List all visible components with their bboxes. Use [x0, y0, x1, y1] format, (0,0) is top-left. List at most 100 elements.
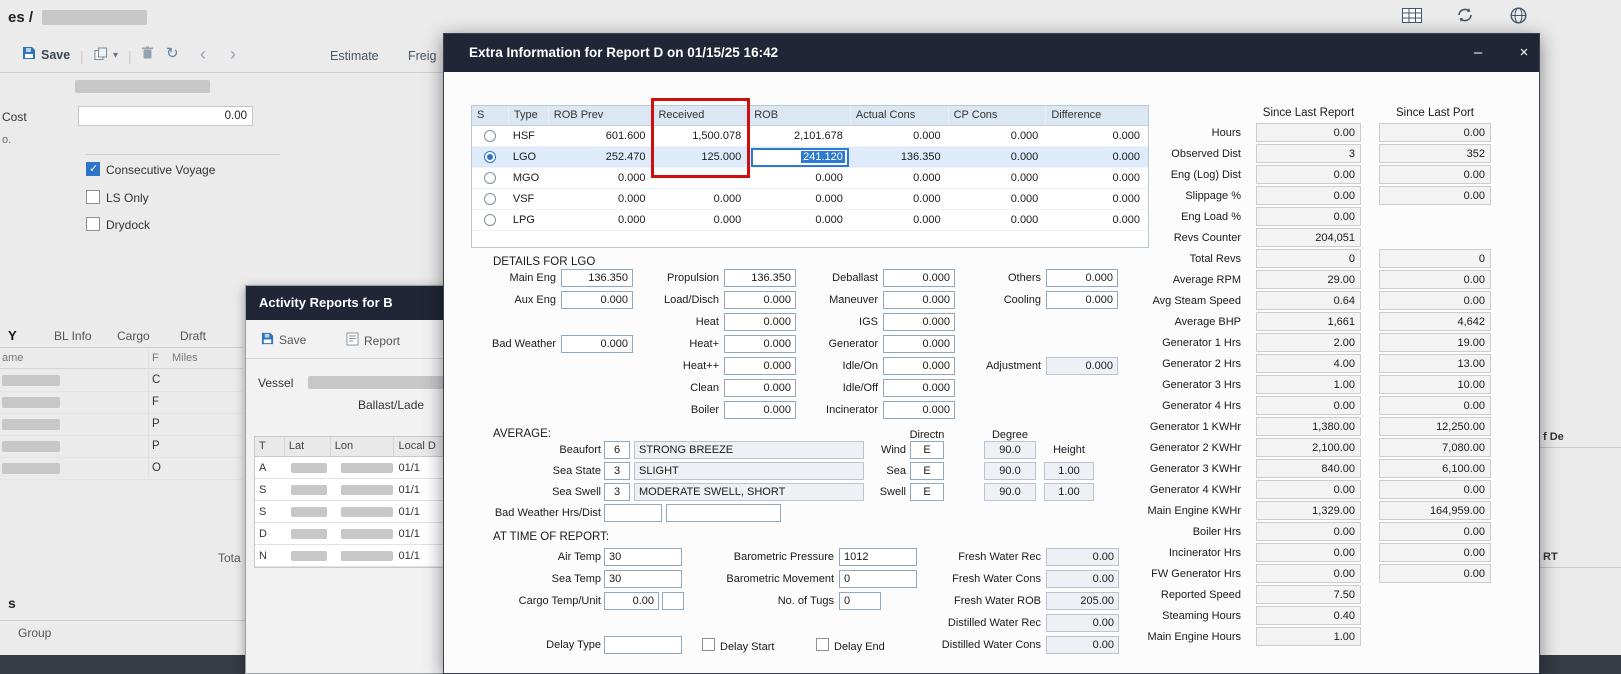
globe-icon[interactable]: [1510, 7, 1527, 29]
slr-value: 0.00: [1256, 543, 1361, 562]
redacted-port: [2, 375, 60, 386]
minimize-button[interactable]: –: [1466, 42, 1490, 64]
generator-input[interactable]: 0.000: [883, 335, 955, 353]
sea-state-input[interactable]: 3: [604, 462, 630, 480]
cp-cons-cell[interactable]: 0.000: [949, 193, 1047, 205]
rob-prev-cell[interactable]: 0.000: [549, 193, 654, 205]
consecutive-voyage-checkbox[interactable]: [86, 162, 100, 176]
itinerary-row[interactable]: P: [0, 436, 243, 458]
cp-cons-cell[interactable]: 0.000: [949, 151, 1047, 163]
rob-cell[interactable]: 2,101.678: [749, 130, 851, 142]
close-button[interactable]: ×: [1512, 42, 1536, 64]
fuel-row-mgo[interactable]: MGO 0.000 0.000 0.000 0.000 0.000: [472, 168, 1148, 189]
next-button[interactable]: ›: [230, 47, 236, 61]
tugs-input[interactable]: 0: [839, 592, 881, 610]
itinerary-row[interactable]: O: [0, 458, 243, 480]
fuel-select-radio[interactable]: [484, 172, 496, 184]
tugs-label: No. of Tugs: [684, 592, 834, 610]
cp-cons-cell[interactable]: 0.000: [949, 130, 1047, 142]
received-cell[interactable]: 0.000: [653, 214, 749, 226]
activity-report-button[interactable]: Report: [346, 332, 400, 349]
sea-temp-label: Sea Temp: [444, 570, 601, 588]
redacted-port: [2, 419, 60, 430]
fuel-select-radio[interactable]: [484, 214, 496, 226]
actual-cons-cell[interactable]: 136.350: [851, 151, 949, 163]
sea-temp-input[interactable]: 30: [604, 570, 682, 588]
sea-swell-input[interactable]: 3: [604, 483, 630, 501]
rob-input-focused[interactable]: 241.120: [751, 148, 849, 167]
received-cell[interactable]: 125.000: [653, 151, 749, 163]
itinerary-row[interactable]: C: [0, 370, 243, 392]
tab-cargo[interactable]: Cargo: [117, 329, 150, 343]
fuel-select-radio[interactable]: [484, 151, 496, 163]
idle-off-input[interactable]: 0.000: [883, 379, 955, 397]
slr-value: 0.00: [1256, 522, 1361, 541]
itinerary-row[interactable]: P: [0, 414, 243, 436]
rob-cell-editing[interactable]: 241.120: [749, 148, 851, 167]
rob-prev-cell[interactable]: 252.470: [549, 151, 654, 163]
slr-value: 0.64: [1256, 291, 1361, 310]
actual-cons-cell[interactable]: 0.000: [851, 193, 949, 205]
since-row-gen3-kwhr: Generator 3 KWHr840.006,100.00: [1094, 458, 1494, 479]
rob-prev-cell[interactable]: 601.600: [549, 130, 654, 142]
rob-cell[interactable]: 0.000: [749, 172, 851, 184]
delay-start-checkbox[interactable]: [702, 638, 715, 651]
cost-input[interactable]: 0.00: [78, 106, 253, 126]
fuel-row-hsf[interactable]: HSF 601.600 1,500.078 2,101.678 0.000 0.…: [472, 126, 1148, 147]
incinerator-input[interactable]: 0.000: [883, 401, 955, 419]
previous-button[interactable]: ‹: [200, 47, 206, 61]
actual-cons-cell[interactable]: 0.000: [851, 130, 949, 142]
rob-cell[interactable]: 0.000: [749, 214, 851, 226]
slp-value: 19.00: [1379, 333, 1491, 352]
cp-cons-cell[interactable]: 0.000: [949, 214, 1047, 226]
swell-direction-input[interactable]: E: [910, 483, 944, 501]
fuel-type: MGO: [509, 172, 549, 184]
incinerator-label: Incinerator: [778, 401, 878, 419]
tab-bl-info[interactable]: BL Info: [54, 329, 92, 343]
ls-only-checkbox[interactable]: [86, 190, 100, 204]
since-row-gen4-hrs: Generator 4 Hrs0.000.00: [1094, 395, 1494, 416]
drydock-checkbox[interactable]: [86, 217, 100, 231]
copy-button[interactable]: ▾: [94, 47, 118, 64]
actual-cons-cell[interactable]: 0.000: [851, 172, 949, 184]
fuel-row-lgo[interactable]: LGO 252.470 125.000 241.120 136.350 0.00…: [472, 147, 1148, 168]
received-cell[interactable]: 0.000: [653, 193, 749, 205]
sync-icon[interactable]: [1456, 7, 1474, 28]
igs-input[interactable]: 0.000: [883, 313, 955, 331]
bad-weather-hrs-input[interactable]: [604, 504, 662, 522]
cargo-temp-unit-input[interactable]: [662, 592, 684, 610]
table-grid-icon[interactable]: [1402, 8, 1422, 28]
rob-prev-cell[interactable]: 0.000: [549, 214, 654, 226]
air-temp-input[interactable]: 30: [604, 548, 682, 566]
fuel-row-lpg[interactable]: LPG 0.000 0.000 0.000 0.000 0.000 0.000: [472, 210, 1148, 231]
actual-cons-cell[interactable]: 0.000: [851, 214, 949, 226]
slr-value: 0.00: [1256, 186, 1361, 205]
bad-weather-dist-input[interactable]: [666, 504, 781, 522]
refresh-icon[interactable]: ↻: [166, 44, 179, 62]
delay-end-checkbox[interactable]: [816, 638, 829, 651]
delete-button[interactable]: [141, 46, 154, 63]
wind-direction-input[interactable]: E: [910, 441, 944, 459]
cp-cons-cell[interactable]: 0.000: [949, 172, 1047, 184]
slp-value: 0.00: [1379, 564, 1491, 583]
fuel-select-radio[interactable]: [484, 193, 496, 205]
tab-itinerary[interactable]: Y: [8, 328, 17, 343]
extra-info-titlebar[interactable]: Extra Information for Report D on 01/15/…: [444, 34, 1539, 72]
itinerary-row[interactable]: F: [0, 392, 243, 414]
sea-direction-input[interactable]: E: [910, 462, 944, 480]
save-button[interactable]: Save: [22, 46, 70, 63]
freight-button[interactable]: Freig: [408, 49, 436, 63]
fuel-row-vsf[interactable]: VSF 0.000 0.000 0.000 0.000 0.000 0.000: [472, 189, 1148, 210]
slr-value: 0.00: [1256, 564, 1361, 583]
activity-save-button[interactable]: Save: [261, 332, 306, 348]
fuel-select-radio[interactable]: [484, 130, 496, 142]
tab-draft[interactable]: Draft: [180, 329, 206, 343]
delay-type-input[interactable]: [604, 636, 682, 654]
beaufort-input[interactable]: 6: [604, 441, 630, 459]
redacted-lat: [291, 529, 327, 539]
rob-prev-cell[interactable]: 0.000: [549, 172, 654, 184]
rob-cell[interactable]: 0.000: [749, 193, 851, 205]
estimate-button[interactable]: Estimate: [330, 49, 379, 63]
cargo-temp-input[interactable]: 0.00: [604, 592, 659, 610]
received-cell[interactable]: 1,500.078: [653, 130, 749, 142]
